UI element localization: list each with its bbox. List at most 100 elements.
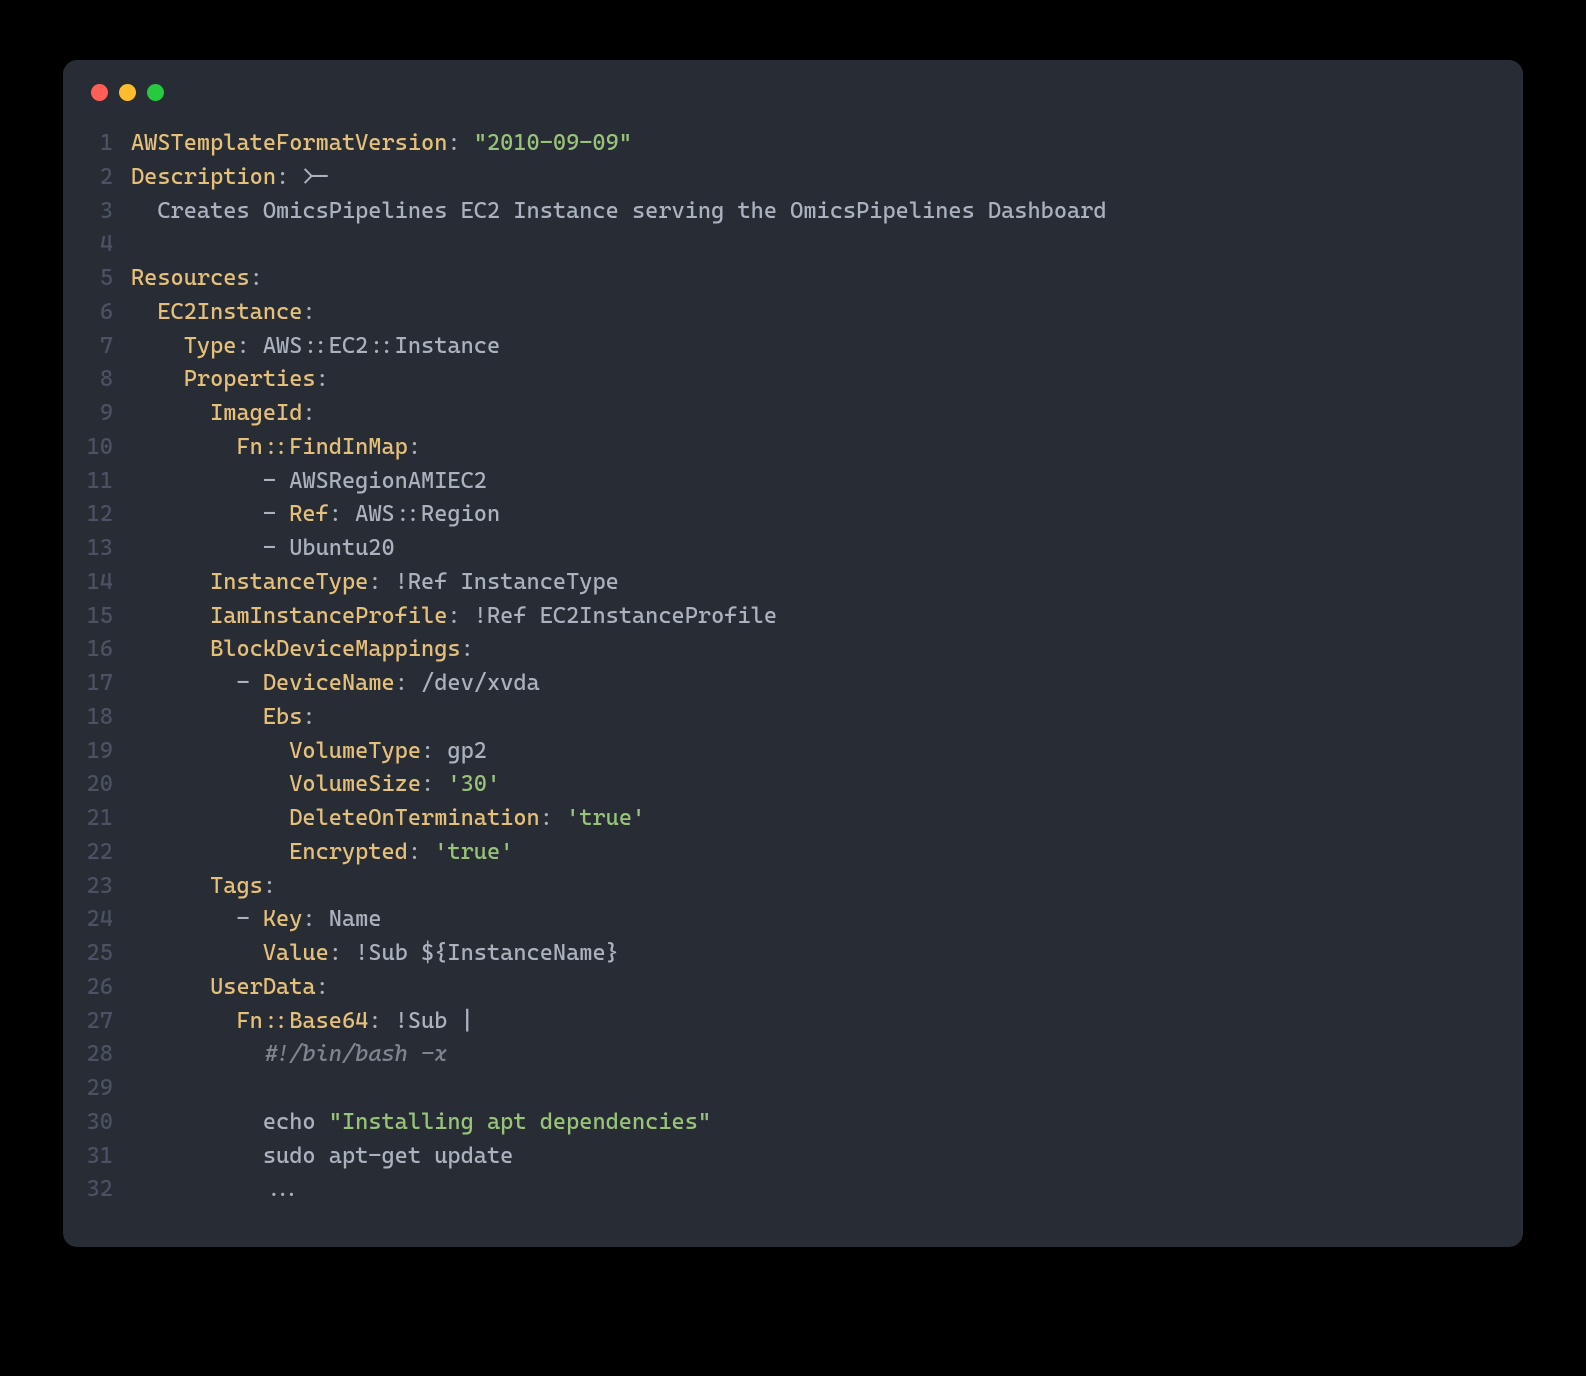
token-key: Value <box>263 940 329 966</box>
token-plain: !Ref InstanceType <box>395 569 619 595</box>
code-line[interactable]: 29 <box>83 1072 1503 1106</box>
maximize-icon[interactable] <box>147 84 164 101</box>
code-line[interactable]: 1AWSTemplateFormatVersion: "2010-09-09" <box>83 127 1503 161</box>
line-content[interactable]: EC2Instance: <box>131 296 316 330</box>
code-line[interactable]: 2Description: >- <box>83 161 1503 195</box>
line-content[interactable]: InstanceType: !Ref InstanceType <box>131 566 619 600</box>
code-line[interactable]: 11 - AWSRegionAMIEC2 <box>83 465 1503 499</box>
line-content[interactable]: - Ref: AWS::Region <box>131 498 500 532</box>
line-content[interactable]: AWSTemplateFormatVersion: "2010-09-09" <box>131 127 632 161</box>
token-punct: : <box>316 366 329 392</box>
code-line[interactable]: 13 - Ubuntu20 <box>83 532 1503 566</box>
minimize-icon[interactable] <box>119 84 136 101</box>
token-plain: - <box>131 501 289 527</box>
line-content[interactable]: - DeviceName: /dev/xvda <box>131 667 540 701</box>
code-line[interactable]: 26 UserData: <box>83 971 1503 1005</box>
token-key: Resources <box>131 265 250 291</box>
code-line[interactable]: 32 ... <box>83 1173 1503 1207</box>
token-plain <box>131 636 210 662</box>
code-line[interactable]: 12 - Ref: AWS::Region <box>83 498 1503 532</box>
token-punct: : <box>250 265 263 291</box>
token-key: Fn::FindInMap <box>236 434 407 460</box>
line-content[interactable]: Properties: <box>131 363 329 397</box>
line-content[interactable]: Value: !Sub ${InstanceName} <box>131 937 619 971</box>
code-line[interactable]: 8 Properties: <box>83 363 1503 397</box>
token-key: InstanceType <box>210 569 368 595</box>
code-line[interactable]: 24 - Key: Name <box>83 903 1503 937</box>
line-content[interactable]: Tags: <box>131 870 276 904</box>
token-plain <box>131 366 184 392</box>
token-plain <box>131 738 289 764</box>
token-plain <box>131 400 210 426</box>
line-content[interactable]: sudo apt-get update <box>131 1140 513 1174</box>
line-content[interactable]: ... <box>131 1173 302 1207</box>
code-area[interactable]: 1AWSTemplateFormatVersion: "2010-09-09"2… <box>63 109 1523 1207</box>
line-content[interactable]: echo "Installing apt dependencies" <box>131 1106 711 1140</box>
line-content[interactable]: Creates OmicsPipelines EC2 Instance serv… <box>131 195 1107 229</box>
code-line[interactable]: 17 - DeviceName: /dev/xvda <box>83 667 1503 701</box>
code-line[interactable]: 19 VolumeType: gp2 <box>83 735 1503 769</box>
code-line[interactable]: 10 Fn::FindInMap: <box>83 431 1503 465</box>
code-line[interactable]: 5Resources: <box>83 262 1503 296</box>
line-content[interactable]: Fn::FindInMap: <box>131 431 421 465</box>
code-line[interactable]: 27 Fn::Base64: !Sub | <box>83 1005 1503 1039</box>
code-line[interactable]: 16 BlockDeviceMappings: <box>83 633 1503 667</box>
line-number: 8 <box>83 363 131 397</box>
line-content[interactable]: Ebs: <box>131 701 316 735</box>
token-punct: : <box>316 974 329 1000</box>
code-line[interactable]: 30 echo "Installing apt dependencies" <box>83 1106 1503 1140</box>
close-icon[interactable] <box>91 84 108 101</box>
token-plain: !Sub ${InstanceName} <box>355 940 619 966</box>
token-punct: : <box>236 333 262 359</box>
code-line[interactable]: 15 IamInstanceProfile: !Ref EC2InstanceP… <box>83 600 1503 634</box>
line-number: 16 <box>83 633 131 667</box>
line-content[interactable]: Encrypted: 'true' <box>131 836 513 870</box>
code-line[interactable]: 20 VolumeSize: '30' <box>83 768 1503 802</box>
line-content[interactable]: VolumeType: gp2 <box>131 735 487 769</box>
code-line[interactable]: 4 <box>83 228 1503 262</box>
line-content[interactable]: Fn::Base64: !Sub | <box>131 1005 474 1039</box>
code-line[interactable]: 14 InstanceType: !Ref InstanceType <box>83 566 1503 600</box>
code-line[interactable]: 21 DeleteOnTermination: 'true' <box>83 802 1503 836</box>
line-content[interactable]: Type: AWS::EC2::Instance <box>131 330 500 364</box>
line-content[interactable]: Description: >- <box>131 161 329 195</box>
line-content[interactable]: BlockDeviceMappings: <box>131 633 474 667</box>
token-punct: : <box>329 940 355 966</box>
token-key: ImageId <box>210 400 302 426</box>
code-line[interactable]: 28 #!/bin/bash -x <box>83 1038 1503 1072</box>
token-plain: Creates OmicsPipelines EC2 Instance serv… <box>131 198 1107 224</box>
token-punct: : <box>421 738 447 764</box>
line-content[interactable]: ImageId: <box>131 397 316 431</box>
line-content[interactable]: DeleteOnTermination: 'true' <box>131 802 645 836</box>
line-number: 20 <box>83 768 131 802</box>
line-content[interactable]: IamInstanceProfile: !Ref EC2InstanceProf… <box>131 600 777 634</box>
line-number: 29 <box>83 1072 131 1106</box>
token-punct: : <box>302 906 328 932</box>
line-content[interactable]: - Ubuntu20 <box>131 532 395 566</box>
line-content[interactable]: #!/bin/bash -x <box>131 1038 447 1072</box>
token-plain: - AWSRegionAMIEC2 <box>131 468 487 494</box>
line-number: 22 <box>83 836 131 870</box>
line-number: 13 <box>83 532 131 566</box>
line-number: 7 <box>83 330 131 364</box>
code-line[interactable]: 25 Value: !Sub ${InstanceName} <box>83 937 1503 971</box>
code-line[interactable]: 7 Type: AWS::EC2::Instance <box>83 330 1503 364</box>
code-line[interactable]: 9 ImageId: <box>83 397 1503 431</box>
code-line[interactable]: 18 Ebs: <box>83 701 1503 735</box>
token-punct: : <box>461 636 474 662</box>
line-content[interactable]: - Key: Name <box>131 903 382 937</box>
line-number: 17 <box>83 667 131 701</box>
token-plain <box>131 333 184 359</box>
line-content[interactable]: Resources: <box>131 262 263 296</box>
code-line[interactable]: 22 Encrypted: 'true' <box>83 836 1503 870</box>
line-content[interactable]: VolumeSize: '30' <box>131 768 500 802</box>
token-plain <box>131 569 210 595</box>
code-line[interactable]: 23 Tags: <box>83 870 1503 904</box>
code-line[interactable]: 31 sudo apt-get update <box>83 1140 1503 1174</box>
token-key: Key <box>263 906 303 932</box>
line-number: 6 <box>83 296 131 330</box>
line-content[interactable]: UserData: <box>131 971 329 1005</box>
code-line[interactable]: 3 Creates OmicsPipelines EC2 Instance se… <box>83 195 1503 229</box>
line-content[interactable]: - AWSRegionAMIEC2 <box>131 465 487 499</box>
code-line[interactable]: 6 EC2Instance: <box>83 296 1503 330</box>
